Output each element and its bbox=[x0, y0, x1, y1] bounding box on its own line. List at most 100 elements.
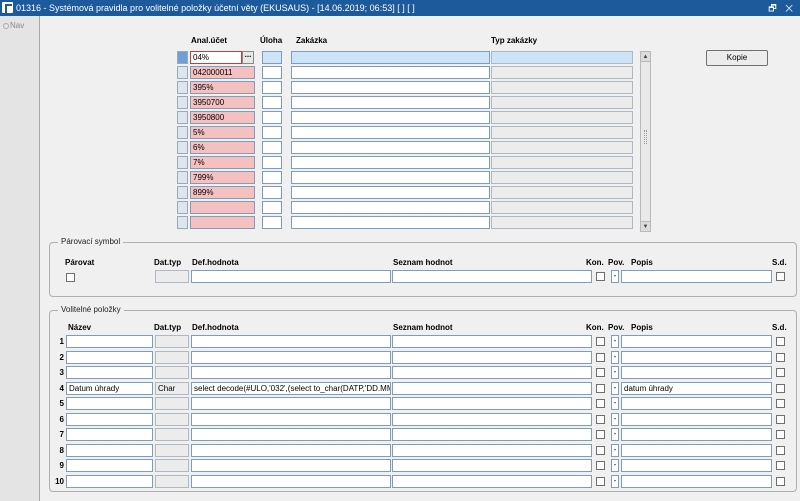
parovaci-pov-field[interactable]: - bbox=[611, 270, 619, 283]
top-table-scrollbar[interactable]: ▲ ▼ bbox=[640, 51, 651, 232]
nav-panel[interactable]: Nav bbox=[0, 16, 40, 501]
defhodnota-field[interactable] bbox=[191, 366, 391, 379]
scroll-thumb[interactable] bbox=[644, 130, 647, 144]
pov-field[interactable]: - bbox=[611, 366, 619, 379]
row-selector[interactable] bbox=[177, 216, 188, 229]
defhodnota-field[interactable] bbox=[191, 335, 391, 348]
sd-checkbox[interactable] bbox=[776, 445, 785, 455]
row-selector[interactable] bbox=[177, 96, 188, 109]
window-controls[interactable]: 🗗 ✕ bbox=[768, 0, 796, 16]
seznam-hodnot-field[interactable] bbox=[392, 335, 592, 348]
scroll-up-icon[interactable]: ▲ bbox=[641, 52, 650, 62]
pov-field[interactable]: - bbox=[611, 350, 619, 364]
parovaci-defhodnota-field[interactable] bbox=[191, 270, 391, 283]
popis-field[interactable]: datum úhrady bbox=[621, 381, 772, 395]
pov-field[interactable]: - bbox=[611, 397, 619, 410]
nazev-field[interactable] bbox=[66, 443, 153, 457]
uloha-field[interactable] bbox=[262, 171, 282, 184]
pov-field[interactable]: - bbox=[611, 428, 619, 441]
kon-checkbox[interactable] bbox=[596, 399, 605, 408]
nazev-field[interactable] bbox=[66, 428, 153, 441]
defhodnota-field[interactable] bbox=[191, 397, 391, 410]
popis-field[interactable] bbox=[621, 474, 772, 488]
zakazka-field[interactable] bbox=[291, 51, 490, 64]
anal-ucet-field[interactable]: 899% bbox=[190, 186, 255, 199]
popis-field[interactable] bbox=[621, 335, 772, 348]
nazev-field[interactable] bbox=[66, 335, 153, 348]
nazev-field[interactable] bbox=[66, 459, 153, 472]
uloha-field[interactable] bbox=[262, 81, 282, 94]
popis-field[interactable] bbox=[621, 412, 772, 426]
uloha-field[interactable] bbox=[262, 126, 282, 139]
sd-checkbox[interactable] bbox=[776, 461, 785, 470]
row-selector[interactable] bbox=[177, 111, 188, 124]
seznam-hodnot-field[interactable] bbox=[392, 412, 592, 426]
row-selector[interactable] bbox=[177, 141, 188, 154]
parovat-checkbox[interactable] bbox=[66, 273, 75, 282]
row-selector[interactable] bbox=[177, 171, 188, 184]
seznam-hodnot-field[interactable] bbox=[392, 459, 592, 472]
popis-field[interactable] bbox=[621, 428, 772, 441]
sd-checkbox[interactable] bbox=[776, 430, 785, 439]
sd-checkbox[interactable] bbox=[776, 352, 785, 362]
popis-field[interactable] bbox=[621, 350, 772, 364]
defhodnota-field[interactable] bbox=[191, 412, 391, 426]
uloha-field[interactable] bbox=[262, 216, 282, 229]
kon-checkbox[interactable] bbox=[596, 445, 605, 455]
uloha-field[interactable] bbox=[262, 186, 282, 199]
kon-checkbox[interactable] bbox=[596, 352, 605, 362]
nazev-field[interactable]: Datum úhrady bbox=[66, 381, 153, 395]
uloha-field[interactable] bbox=[262, 141, 282, 154]
lov-button[interactable]: ... bbox=[242, 51, 254, 64]
zakazka-field[interactable] bbox=[291, 66, 490, 79]
defhodnota-field[interactable] bbox=[191, 350, 391, 364]
nav-toggle[interactable]: Nav bbox=[3, 21, 24, 30]
nazev-field[interactable] bbox=[66, 412, 153, 426]
popis-field[interactable] bbox=[621, 366, 772, 379]
seznam-hodnot-field[interactable] bbox=[392, 443, 592, 457]
sd-checkbox[interactable] bbox=[776, 337, 785, 346]
sd-checkbox[interactable] bbox=[776, 383, 785, 393]
anal-ucet-field[interactable]: 3950700 bbox=[190, 96, 255, 109]
popis-field[interactable] bbox=[621, 443, 772, 457]
zakazka-field[interactable] bbox=[291, 111, 490, 124]
sd-checkbox[interactable] bbox=[776, 476, 785, 486]
defhodnota-field[interactable] bbox=[191, 428, 391, 441]
anal-ucet-field[interactable]: 395% bbox=[190, 81, 255, 94]
pov-field[interactable]: - bbox=[611, 459, 619, 472]
row-selector[interactable] bbox=[177, 81, 188, 94]
zakazka-field[interactable] bbox=[291, 141, 490, 154]
seznam-hodnot-field[interactable] bbox=[392, 428, 592, 441]
zakazka-field[interactable] bbox=[291, 96, 490, 109]
row-selector[interactable] bbox=[177, 126, 188, 139]
seznam-hodnot-field[interactable] bbox=[392, 474, 592, 488]
kon-checkbox[interactable] bbox=[596, 476, 605, 486]
defhodnota-field[interactable] bbox=[191, 474, 391, 488]
sd-checkbox[interactable] bbox=[776, 399, 785, 408]
uloha-field[interactable] bbox=[262, 96, 282, 109]
pov-field[interactable]: - bbox=[611, 474, 619, 488]
zakazka-field[interactable] bbox=[291, 126, 490, 139]
uloha-field[interactable] bbox=[262, 201, 282, 214]
zakazka-field[interactable] bbox=[291, 156, 490, 169]
uloha-field[interactable] bbox=[262, 111, 282, 124]
kon-checkbox[interactable] bbox=[596, 461, 605, 470]
nazev-field[interactable] bbox=[66, 474, 153, 488]
parovaci-popis-field[interactable] bbox=[621, 270, 772, 283]
row-selector[interactable] bbox=[177, 66, 188, 79]
seznam-hodnot-field[interactable] bbox=[392, 350, 592, 364]
seznam-hodnot-field[interactable] bbox=[392, 397, 592, 410]
defhodnota-field[interactable]: select decode(#ULO,'032',(select to_char… bbox=[191, 381, 391, 395]
zakazka-field[interactable] bbox=[291, 171, 490, 184]
kon-checkbox[interactable] bbox=[596, 414, 605, 424]
zakazka-field[interactable] bbox=[291, 201, 490, 214]
sd-checkbox[interactable] bbox=[776, 368, 785, 377]
anal-ucet-field[interactable] bbox=[190, 201, 255, 214]
nazev-field[interactable] bbox=[66, 350, 153, 364]
defhodnota-field[interactable] bbox=[191, 443, 391, 457]
kon-checkbox[interactable] bbox=[596, 368, 605, 377]
popis-field[interactable] bbox=[621, 459, 772, 472]
anal-ucet-field[interactable]: 3950800 bbox=[190, 111, 255, 124]
kon-checkbox[interactable] bbox=[596, 383, 605, 393]
anal-ucet-field[interactable] bbox=[190, 216, 255, 229]
